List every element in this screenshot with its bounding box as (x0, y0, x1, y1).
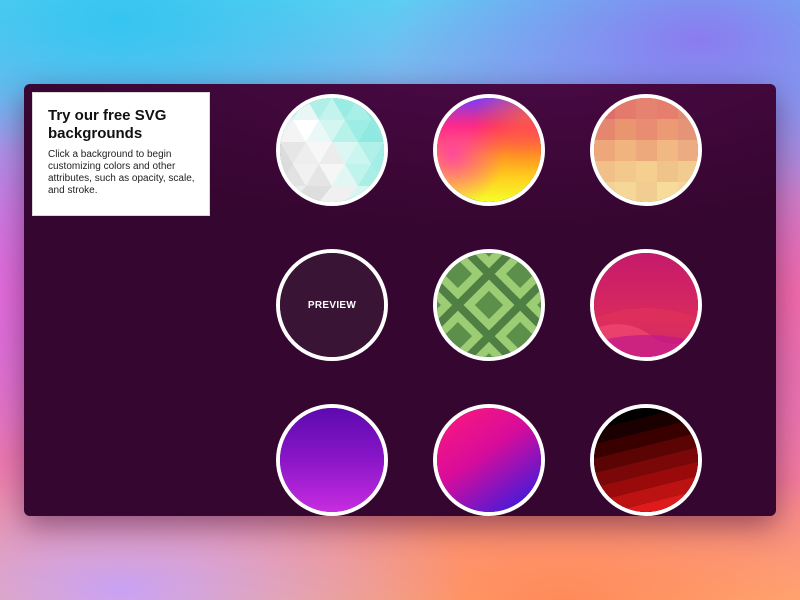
rainbow-mesh-pattern (437, 98, 541, 202)
backgrounds-panel: Try our free SVG backgrounds Click a bac… (24, 84, 776, 516)
preview-label: PREVIEW (307, 299, 357, 311)
info-card: Try our free SVG backgrounds Click a bac… (32, 92, 210, 216)
pixel-peach-pattern (594, 98, 698, 202)
info-description: Click a background to begin customizing … (48, 149, 195, 196)
swatch-preview[interactable]: PREVIEW (276, 249, 388, 361)
swatch-green-diamonds[interactable] (433, 249, 545, 361)
swatch-pink-blue-gradient[interactable] (433, 404, 545, 516)
green-diamonds-pattern (437, 253, 541, 357)
red-stripes-pattern (594, 408, 698, 512)
pink-blue-gradient-pattern (437, 408, 541, 512)
swatch-rainbow-mesh[interactable] (433, 94, 545, 206)
swatch-magenta-waves[interactable] (590, 249, 702, 361)
low-poly-mint-pattern (280, 98, 384, 202)
info-title: Try our free SVG backgrounds (48, 107, 167, 142)
swatch-low-poly-mint[interactable] (276, 94, 388, 206)
swatch-red-stripes[interactable] (590, 404, 702, 516)
violet-gradient-pattern (280, 408, 384, 512)
magenta-waves-pattern (594, 253, 698, 357)
swatch-pixel-peach[interactable] (590, 94, 702, 206)
swatch-violet-gradient[interactable] (276, 404, 388, 516)
